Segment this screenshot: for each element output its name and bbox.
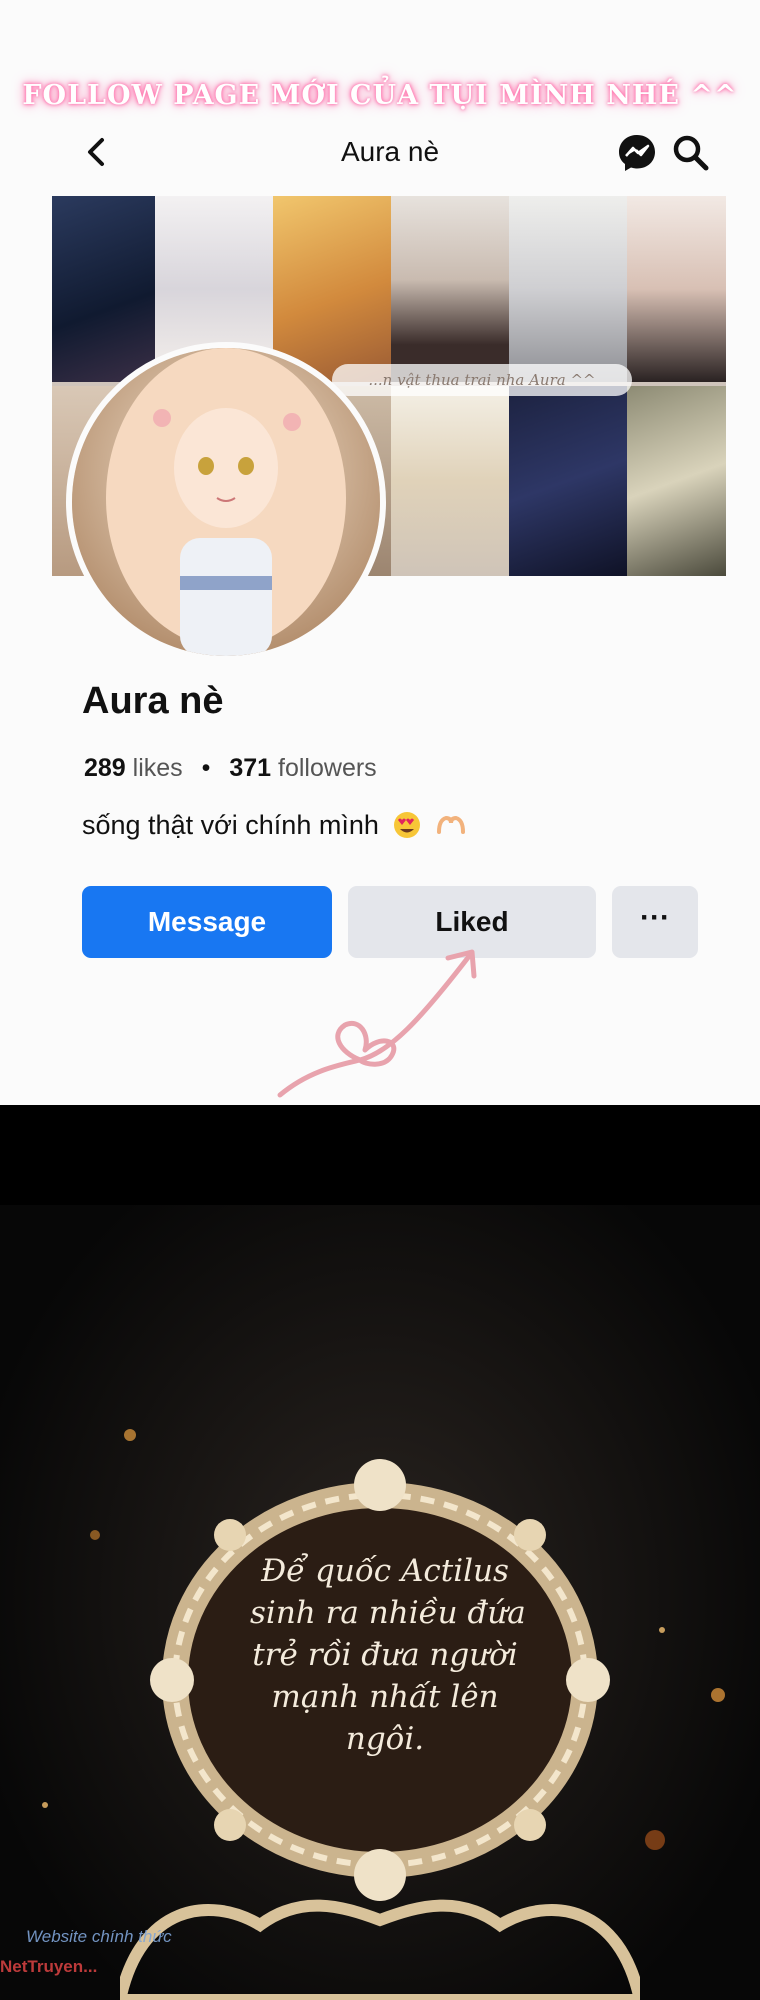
profile-bio: sống thật với chính mình <box>82 810 466 841</box>
profile-name: Aura nè <box>82 680 224 722</box>
more-options-button[interactable]: ··· <box>612 886 698 958</box>
app-bar: Aura nè <box>70 122 710 182</box>
messenger-icon[interactable] <box>616 132 658 174</box>
likes-count: 289 <box>84 754 126 782</box>
cover-caption: ...n vật thua trai nha Aura ^^ <box>332 364 632 396</box>
separator-dot: • <box>201 754 211 782</box>
profile-avatar[interactable] <box>66 342 386 662</box>
follow-banner-text: FOLLOW PAGE MỚI CỦA TỤI MÌNH NHÉ ^^ <box>22 80 738 111</box>
speech-line: trẻ rồi đưa người <box>252 1637 518 1673</box>
cover-tile-5 <box>509 196 627 382</box>
bio-text: sống thật với chính mình <box>82 810 379 840</box>
speech-text: Để quốc Actilus sinh ra nhiều đứa trẻ rồ… <box>250 1550 526 1760</box>
avatar-illustration <box>72 348 380 656</box>
heart-eyes-emoji-icon <box>394 812 421 838</box>
search-icon[interactable] <box>670 132 710 172</box>
page-title: Aura nè <box>340 136 440 167</box>
followers-label: followers <box>278 754 377 782</box>
speech-line: mạnh nhất lên <box>271 1679 499 1715</box>
cover-tile-9 <box>391 386 509 576</box>
cover-tile-11 <box>627 386 726 576</box>
cover-tile-10 <box>509 386 627 576</box>
cover-tile-1 <box>52 196 155 382</box>
watermark-brand: NetTruyen... <box>0 1957 98 1976</box>
cover-tile-6 <box>627 196 726 382</box>
heart-hands-emoji-icon <box>436 815 465 834</box>
speech-line: sinh ra nhiều đứa <box>250 1595 526 1631</box>
cover-tile-3 <box>273 196 391 382</box>
comic-panel: Để quốc Actilus sinh ra nhiều đứa trẻ rồ… <box>0 1105 760 2000</box>
heart-arrow-doodle <box>277 949 477 1098</box>
profile-stats: 289 likes • 371 followers <box>84 754 377 783</box>
followers-count: 371 <box>229 754 272 782</box>
likes-label: likes <box>132 754 183 782</box>
watermark-site: Website chính thức <box>26 1927 172 1946</box>
cover-tile-4 <box>391 196 509 382</box>
speech-line: Để quốc Actilus <box>261 1553 509 1589</box>
speech-line: ngôi. <box>345 1721 425 1757</box>
profile-screen: FOLLOW PAGE MỚI CỦA TỤI MÌNH NHÉ ^^ Aura… <box>0 0 760 1105</box>
